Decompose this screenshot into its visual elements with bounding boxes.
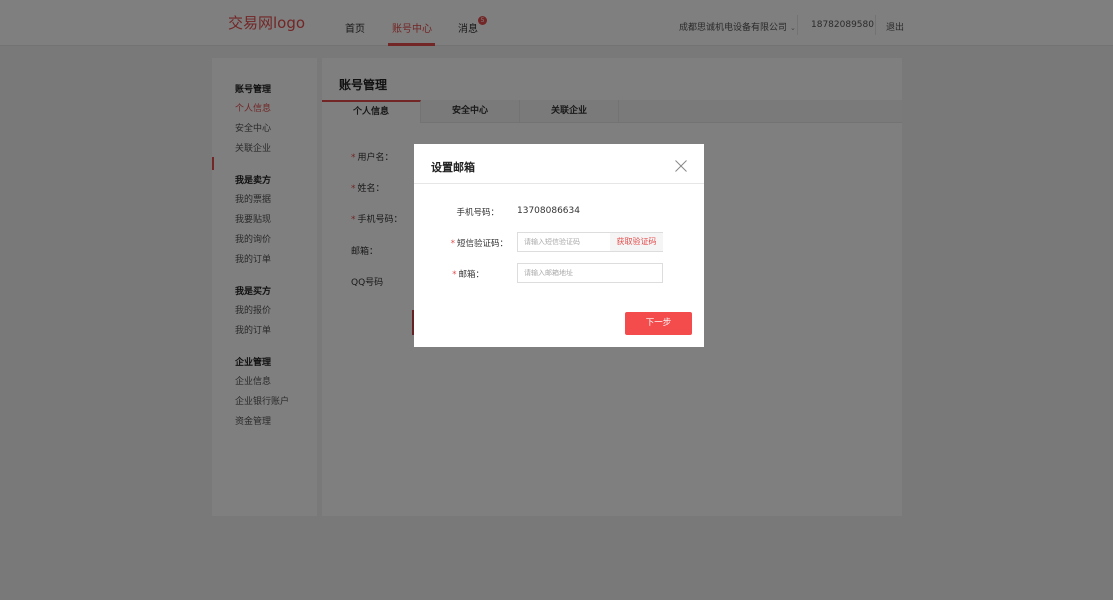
sms-code-label: * 短信验证码： [450,239,508,249]
dialog-title: 设置邮箱 [431,161,475,174]
email-input[interactable] [517,263,663,283]
next-button[interactable]: 下一步 [625,312,692,335]
dialog-header: 设置邮箱 [414,144,704,184]
get-code-button[interactable]: 获取验证码 [610,233,663,251]
phone-value: 13708086634 [517,206,580,216]
set-email-dialog: 设置邮箱 手机号码： 13708086634 *短信验证码： 获取验证码 *邮箱… [414,144,704,347]
close-icon[interactable] [674,159,688,173]
email-label: * 邮箱： [452,270,484,280]
phone-label: 手机号码： [456,208,499,218]
